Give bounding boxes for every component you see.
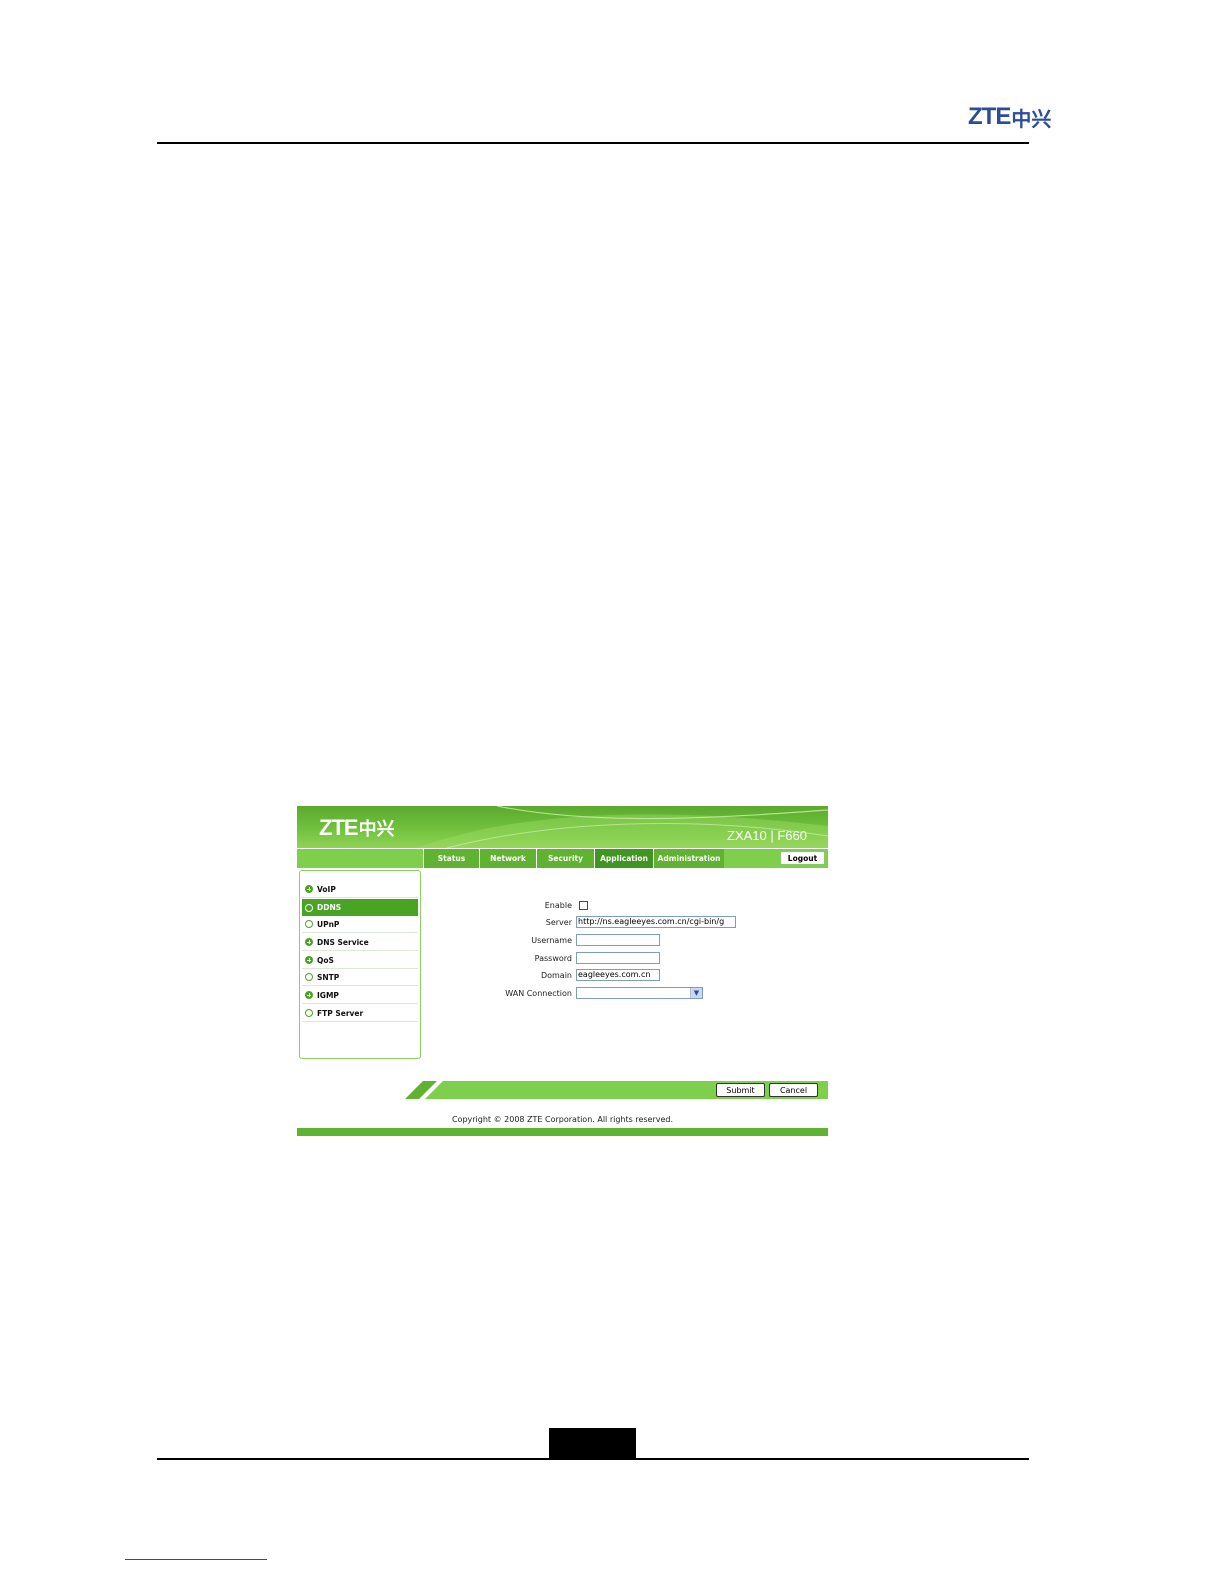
sidebar-item-label: VoIP xyxy=(317,884,336,894)
server-input[interactable]: http://ns.eagleeyes.com.cn/cgi-bin/g xyxy=(576,916,736,928)
domain-row: Domain eagleeyes.com.cn xyxy=(297,969,828,981)
username-input[interactable] xyxy=(576,934,660,946)
zte-logo-cjk: 中兴 xyxy=(358,819,395,840)
tab-status[interactable]: Status xyxy=(423,849,479,868)
page-number-tab xyxy=(549,1428,636,1458)
chevron-down-icon: ▼ xyxy=(690,988,702,998)
router-web-ui: ZTE 中兴 ZXA10 | F660 Status Network Secur… xyxy=(297,806,828,1136)
password-input[interactable] xyxy=(576,952,660,964)
tab-network[interactable]: Network xyxy=(479,849,536,868)
enable-row: Enable xyxy=(297,899,828,911)
main-nav: Status Network Security Application Admi… xyxy=(297,849,828,868)
footer-strip xyxy=(297,1128,828,1136)
wan-connection-row: WAN Connection ▼ xyxy=(297,987,828,999)
domain-label: Domain xyxy=(540,970,572,980)
username-row: Username xyxy=(297,934,828,946)
tab-administration[interactable]: Administration xyxy=(653,849,724,868)
zte-logo: ZTE 中兴 xyxy=(319,815,395,841)
copyright-text: Copyright © 2008 ZTE Corporation. All ri… xyxy=(451,1115,674,1124)
device-model: ZXA10 | F660 xyxy=(727,828,807,843)
password-row: Password xyxy=(297,952,828,964)
document-header-logo: ZTE 中兴 xyxy=(968,103,1052,131)
enable-label: Enable xyxy=(544,900,572,910)
enable-checkbox[interactable] xyxy=(579,900,588,910)
password-label: Password xyxy=(534,953,572,963)
ring-icon xyxy=(305,1009,313,1017)
sidebar-item-ftp-server[interactable]: FTP Server xyxy=(302,1005,418,1022)
tab-security[interactable]: Security xyxy=(536,849,594,868)
username-label: Username xyxy=(531,935,572,945)
document-logo-latin: ZTE xyxy=(968,103,1011,130)
plus-circle-icon xyxy=(305,885,313,893)
action-bar: Submit Cancel xyxy=(405,1081,828,1099)
wan-connection-label: WAN Connection xyxy=(505,988,572,998)
zte-logo-latin: ZTE xyxy=(319,815,359,840)
server-row: Server http://ns.eagleeyes.com.cn/cgi-bi… xyxy=(297,916,828,928)
submit-button[interactable]: Submit xyxy=(716,1083,765,1097)
server-label: Server xyxy=(545,917,572,927)
footer-rule xyxy=(157,1458,1029,1460)
footer-link-underline[interactable] xyxy=(125,1559,267,1560)
sidebar-item-voip[interactable]: VoIP xyxy=(302,881,418,898)
domain-input[interactable]: eagleeyes.com.cn xyxy=(576,969,660,981)
logout-button[interactable]: Logout xyxy=(780,851,825,865)
sidebar-item-label: FTP Server xyxy=(317,1008,364,1018)
cancel-button[interactable]: Cancel xyxy=(769,1083,818,1097)
wan-connection-select[interactable]: ▼ xyxy=(576,987,703,999)
document-logo-cjk: 中兴 xyxy=(1011,106,1052,131)
tab-application[interactable]: Application xyxy=(594,849,653,868)
banner: ZTE 中兴 ZXA10 | F660 xyxy=(297,806,828,848)
header-rule xyxy=(157,142,1029,144)
